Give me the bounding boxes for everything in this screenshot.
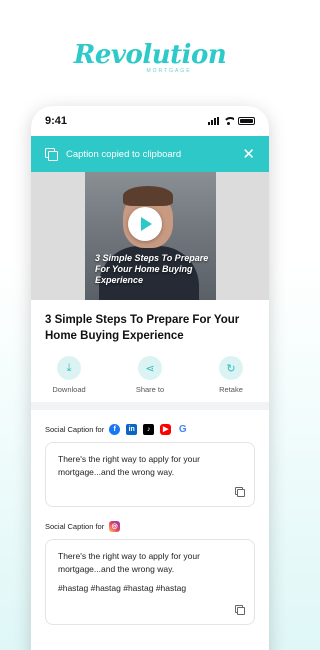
copied-toast: Caption copied to clipboard ✕ (31, 136, 269, 172)
retake-label: Retake (219, 385, 243, 394)
social-caption-section-1: Social Caption for f in ♪ ▶ G There's th… (31, 418, 269, 507)
status-icons (208, 117, 255, 125)
copy-icon[interactable] (235, 605, 245, 615)
caption-text: There's the right way to apply for your … (58, 454, 200, 477)
video-thumbnail: 3 Simple Steps To Prepare For Your Home … (85, 172, 216, 300)
caption-hashtags: #hastag #hastag #hastag #hastag (58, 583, 187, 593)
google-icon[interactable]: G (177, 423, 189, 435)
wifi-icon (223, 117, 234, 125)
share-button[interactable]: ⋖ Share to (120, 356, 180, 398)
share-label: Share to (135, 385, 165, 394)
video-preview[interactable]: 3 Simple Steps To Prepare For Your Home … (31, 172, 269, 300)
caption-card[interactable]: There's the right way to apply for your … (45, 442, 255, 507)
instagram-icon[interactable]: ◎ (109, 520, 121, 532)
play-button[interactable] (128, 207, 162, 241)
download-button[interactable]: ⤓ Download (39, 356, 99, 398)
linkedin-icon[interactable]: in (126, 423, 138, 435)
brand-name: Revolution (73, 40, 227, 70)
brand-sub: MORTGAGE (146, 68, 192, 74)
social-caption-label: Social Caption for (45, 424, 105, 434)
status-time: 9:41 (45, 115, 68, 127)
section-divider (31, 402, 269, 410)
status-bar: 9:41 (31, 106, 269, 136)
action-row: ⤓ Download ⋖ Share to ↻ Retake (31, 350, 269, 398)
tiktok-icon[interactable]: ♪ (143, 423, 155, 435)
social-caption-header: Social Caption for ◎ (45, 515, 255, 537)
caption-card[interactable]: There's the right way to apply for your … (45, 539, 255, 625)
presenter-hair (123, 186, 173, 206)
brand-logo: Revolution MORTGAGE (0, 40, 300, 74)
download-icon: ⤓ (57, 356, 81, 380)
social-caption-label: Social Caption for (45, 521, 105, 531)
social-caption-header: Social Caption for f in ♪ ▶ G (45, 418, 255, 440)
facebook-icon[interactable]: f (109, 423, 121, 435)
caption-text: There's the right way to apply for your … (58, 551, 200, 574)
video-overlay-text: 3 Simple Steps To Prepare For Your Home … (95, 253, 209, 285)
phone-frame: 9:41 Caption copied to clipboard ✕ 3 Sim… (31, 106, 269, 650)
signal-icon (208, 117, 219, 125)
share-icon: ⋖ (138, 356, 162, 380)
copy-icon[interactable] (235, 487, 245, 497)
battery-icon (238, 117, 255, 125)
youtube-shorts-icon[interactable]: ▶ (160, 423, 172, 435)
close-icon[interactable]: ✕ (242, 147, 255, 162)
social-caption-section-2: Social Caption for ◎ There's the right w… (31, 515, 269, 625)
retake-icon: ↻ (219, 356, 243, 380)
post-title: 3 Simple Steps To Prepare For Your Home … (45, 314, 240, 342)
download-label: Download (52, 385, 86, 394)
retake-button[interactable]: ↻ Retake (201, 356, 261, 398)
copy-icon (45, 148, 58, 161)
toast-message: Caption copied to clipboard (66, 148, 182, 160)
